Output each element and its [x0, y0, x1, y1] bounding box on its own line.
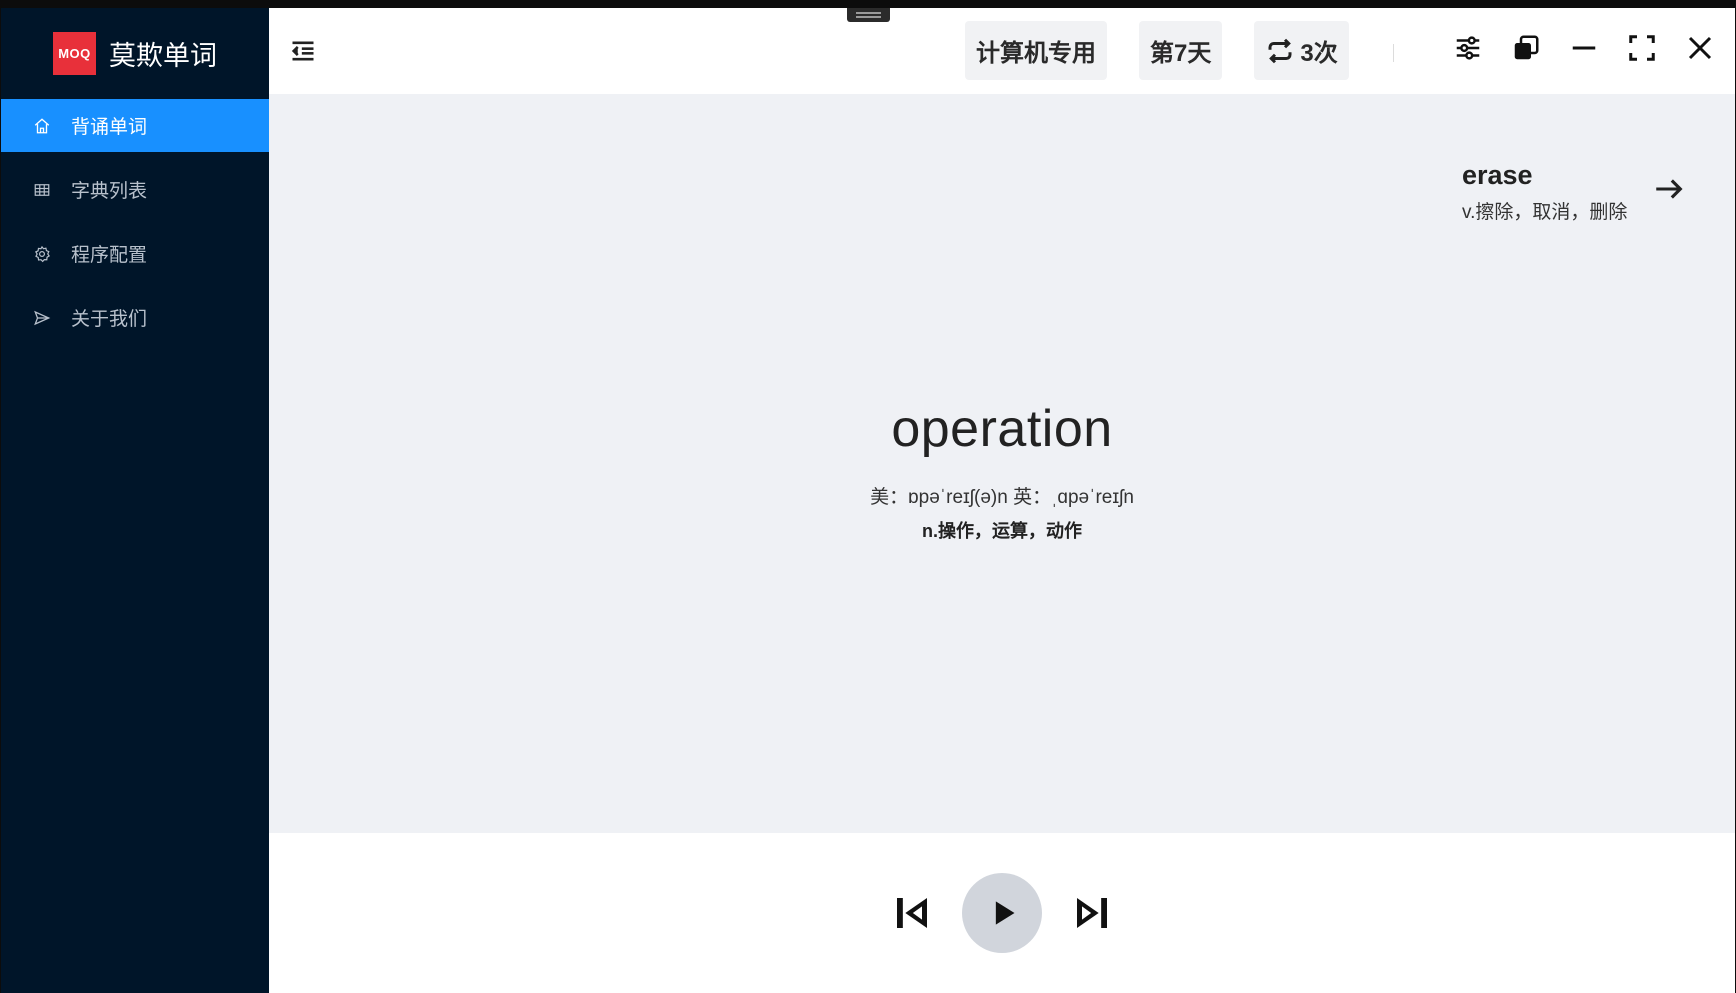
player-controls: [269, 833, 1735, 993]
window-actions: [1453, 32, 1715, 64]
fullscreen-button[interactable]: [1627, 32, 1657, 64]
sidebar-item-label: 程序配置: [71, 245, 148, 266]
sidebar-item-label: 字典列表: [71, 181, 148, 202]
settings-button[interactable]: [1453, 32, 1483, 64]
next-button[interactable]: [1070, 891, 1114, 935]
sidebar-item-label: 背诵单词: [71, 117, 148, 138]
phonetic-text: 美：ɒpəˈreɪʃ(ə)n 英：ˌɑpəˈreɪʃn: [870, 487, 1134, 508]
sidebar-menu: 背诵单词 字典列表 程序配置 关于我们: [1, 99, 269, 344]
window-drag-handle[interactable]: [847, 8, 890, 22]
next-icon: [1077, 898, 1107, 928]
header-divider: [1393, 44, 1394, 62]
word-meaning: n.操作，运算，动作: [922, 521, 1082, 541]
sidebar-item-label: 关于我们: [71, 309, 148, 330]
current-word: operation: [891, 400, 1113, 458]
repeat-icon: [1268, 38, 1292, 63]
close-button[interactable]: [1685, 32, 1715, 64]
top-bar: 计算机专用 第7天 3次: [269, 8, 1735, 94]
sidebar-item-settings[interactable]: 程序配置: [1, 227, 269, 280]
repeat-label: 3次: [1300, 40, 1338, 67]
next-word-text: erase: [1462, 160, 1533, 190]
logo-badge: MOQ: [53, 32, 96, 75]
previous-button[interactable]: [890, 891, 934, 935]
dictionary-selector[interactable]: 计算机专用: [965, 21, 1107, 80]
next-word-arrow-button[interactable]: [1652, 172, 1686, 206]
day-counter[interactable]: 第7天: [1139, 21, 1223, 80]
minimize-button[interactable]: [1569, 32, 1599, 64]
next-word-meaning: v.擦除，取消，删除: [1462, 202, 1628, 223]
settings-sliders-icon: [1456, 36, 1480, 60]
sidebar-item-memorize[interactable]: 背诵单词: [1, 99, 269, 152]
home-icon: [33, 117, 51, 135]
current-word-card: operation 美：ɒpəˈreɪʃ(ə)n 英：ˌɑpəˈreɪʃn n.…: [269, 399, 1735, 543]
dictionary-label: 计算机专用: [976, 40, 1096, 67]
play-icon: [995, 901, 1015, 925]
main-area: 计算机专用 第7天 3次 erase v.擦除，取消，删除 operation …: [269, 8, 1735, 993]
app-window: MOQ 莫欺单词 背诵单词 字典列表 程序配置 关于我们 计算机专用 第7天 3…: [1, 8, 1735, 993]
gear-icon: [33, 245, 51, 263]
app-title: 莫欺单词: [109, 41, 217, 71]
sidebar-item-dictionary-list[interactable]: 字典列表: [1, 163, 269, 216]
close-icon: [1688, 36, 1712, 60]
play-button[interactable]: [962, 873, 1042, 953]
copy-icon: [1514, 35, 1539, 60]
arrow-right-icon: [1656, 179, 1683, 199]
fullscreen-icon: [1629, 35, 1655, 61]
app-logo: MOQ 莫欺单词: [1, 8, 269, 99]
next-word-preview: erase v.擦除，取消，删除: [1462, 160, 1627, 224]
sidebar-item-about[interactable]: 关于我们: [1, 291, 269, 344]
word-display-area: erase v.擦除，取消，删除 operation 美：ɒpəˈreɪʃ(ə)…: [269, 94, 1735, 833]
send-icon: [33, 309, 51, 327]
copy-button[interactable]: [1511, 32, 1541, 64]
previous-icon: [897, 898, 927, 928]
menu-fold-icon: [291, 41, 314, 61]
sidebar: MOQ 莫欺单词 背诵单词 字典列表 程序配置 关于我们: [1, 8, 269, 993]
day-label: 第7天: [1150, 40, 1212, 67]
minimize-icon: [1572, 46, 1596, 50]
status-pills: 计算机专用 第7天 3次: [965, 21, 1349, 80]
repeat-count-button[interactable]: 3次: [1254, 21, 1349, 80]
collapse-sidebar-button[interactable]: [289, 36, 319, 66]
table-icon: [33, 181, 51, 199]
